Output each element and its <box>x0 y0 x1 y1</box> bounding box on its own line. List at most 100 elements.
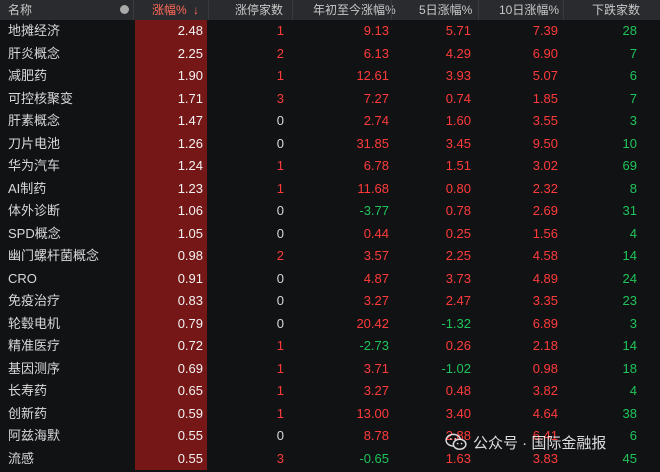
change-5d: -1.32 <box>441 315 471 331</box>
down-count: 7 <box>629 45 637 61</box>
sector-name: 刀片电池 <box>8 135 61 151</box>
header-name[interactable]: 名称 <box>8 0 32 20</box>
sector-name: 华为汽车 <box>8 158 61 173</box>
limit-up-count: 1 <box>276 68 284 83</box>
table-row[interactable]: AI制药 1.23 1 11.68 0.80 2.32 8 <box>0 177 660 200</box>
pct-change: 0.55 <box>177 450 203 466</box>
down-count: 6 <box>629 68 637 83</box>
watermark-text: 公众号 · 国际金融报 <box>473 434 607 452</box>
pct-change-cell: 1.23 <box>135 177 207 200</box>
sector-name: 流感 <box>8 450 35 466</box>
pct-change: 2.48 <box>177 23 203 38</box>
header-limit-up[interactable]: 涨停家数 <box>208 0 291 20</box>
sector-name: 地摊经济 <box>8 23 61 38</box>
ytd-change: 20.42 <box>356 315 389 331</box>
down-count: 23 <box>622 293 637 308</box>
ytd-change: 11.68 <box>357 180 389 196</box>
table-row[interactable]: SPD概念 1.05 0 0.44 0.25 1.56 4 <box>0 222 660 245</box>
pct-change-cell: 0.55 <box>135 447 207 470</box>
pct-change-cell: 0.59 <box>135 402 207 425</box>
header-ytd[interactable]: 年初至今涨幅% <box>292 0 396 20</box>
down-count: 14 <box>622 248 637 263</box>
change-5d: 0.48 <box>445 383 471 398</box>
change-5d: 0.74 <box>445 90 471 106</box>
change-5d: 2.47 <box>445 293 471 308</box>
ytd-change: 9.13 <box>363 23 389 38</box>
table-row[interactable]: 华为汽车 1.24 1 6.78 1.51 3.02 69 <box>0 155 660 178</box>
table-row[interactable]: 减肥药 1.90 1 12.61 3.93 5.07 6 <box>0 65 660 88</box>
table-row[interactable]: 刀片电池 1.26 0 31.85 3.45 9.50 10 <box>0 132 660 155</box>
pct-change: 1.47 <box>177 113 203 128</box>
sector-name: 肝炎概念 <box>8 45 61 61</box>
down-count: 38 <box>622 405 637 421</box>
change-5d: 3.93 <box>445 68 471 83</box>
table-row[interactable]: 幽门螺杆菌概念 0.98 2 3.57 2.25 4.58 14 <box>0 245 660 268</box>
pct-change-cell: 0.69 <box>135 357 207 380</box>
pct-change-cell: 0.79 <box>135 312 207 335</box>
table-row[interactable]: 可控核聚变 1.71 3 7.27 0.74 1.85 7 <box>0 87 660 110</box>
header-5d[interactable]: 5日涨幅% <box>391 0 477 20</box>
table-row[interactable]: 基因测序 0.69 1 3.71 -1.02 0.98 18 <box>0 357 660 380</box>
change-10d: 7.39 <box>532 23 558 38</box>
table-row[interactable]: 体外诊断 1.06 0 -3.77 0.78 2.69 31 <box>0 200 660 223</box>
table-row[interactable]: 免疫治疗 0.83 0 3.27 2.47 3.35 23 <box>0 290 660 313</box>
settings-dot-icon[interactable] <box>120 5 129 14</box>
limit-up-count: 1 <box>276 338 284 353</box>
table-row[interactable]: 创新药 0.59 1 13.00 3.40 4.64 38 <box>0 402 660 425</box>
header-pct-label: 涨幅% <box>152 3 187 17</box>
ytd-change: 3.57 <box>363 248 389 263</box>
pct-change-cell: 0.91 <box>135 267 207 290</box>
pct-change: 1.71 <box>177 90 203 106</box>
down-count: 69 <box>622 158 637 173</box>
ytd-change: -2.73 <box>359 338 389 353</box>
change-10d: 1.56 <box>532 225 558 241</box>
table-row[interactable]: 长寿药 0.65 1 3.27 0.48 3.82 4 <box>0 380 660 403</box>
change-10d: 3.35 <box>532 293 558 308</box>
table-row[interactable]: 精准医疗 0.72 1 -2.73 0.26 2.18 14 <box>0 335 660 358</box>
change-10d: 3.82 <box>532 383 558 398</box>
down-count: 18 <box>622 360 637 376</box>
limit-up-count: 0 <box>276 203 284 218</box>
change-5d: 0.78 <box>445 203 471 218</box>
change-10d: 4.89 <box>532 270 558 286</box>
change-10d: 3.02 <box>532 158 558 173</box>
pct-change: 0.79 <box>177 315 203 331</box>
table-row[interactable]: 轮毂电机 0.79 0 20.42 -1.32 6.89 3 <box>0 312 660 335</box>
change-10d: 6.90 <box>532 45 558 61</box>
change-5d: 3.45 <box>445 135 471 151</box>
down-count: 4 <box>629 383 637 398</box>
pct-change: 0.69 <box>177 360 203 376</box>
pct-change: 0.72 <box>177 338 203 353</box>
table-row[interactable]: CRO 0.91 0 4.87 3.73 4.89 24 <box>0 267 660 290</box>
pct-change-cell: 1.71 <box>135 87 207 110</box>
header-down-count[interactable]: 下跌家数 <box>563 0 660 20</box>
sector-name: 免疫治疗 <box>8 293 61 308</box>
down-count: 10 <box>622 135 637 151</box>
limit-up-count: 0 <box>276 225 284 241</box>
table-row[interactable]: 地摊经济 2.48 1 9.13 5.71 7.39 28 <box>0 20 660 43</box>
pct-change-cell: 1.06 <box>135 200 207 223</box>
sector-name: 轮毂电机 <box>8 315 61 331</box>
change-10d: 2.69 <box>532 203 558 218</box>
sector-name: 长寿药 <box>8 383 48 398</box>
table-row[interactable]: 肝素概念 1.47 0 2.74 1.60 3.55 3 <box>0 110 660 133</box>
ytd-change: 3.27 <box>363 293 389 308</box>
down-count: 3 <box>629 113 637 128</box>
pct-change: 1.05 <box>177 225 203 241</box>
limit-up-count: 0 <box>276 270 284 286</box>
table-row[interactable]: 肝炎概念 2.25 2 6.13 4.29 6.90 7 <box>0 42 660 65</box>
header-10d[interactable]: 10日涨幅% <box>478 0 562 20</box>
change-5d: 3.40 <box>445 405 471 421</box>
change-5d: -1.02 <box>441 360 471 376</box>
change-10d: 9.50 <box>532 135 558 151</box>
change-10d: 5.07 <box>532 68 558 83</box>
limit-up-count: 0 <box>276 113 284 128</box>
change-5d: 1.51 <box>445 158 471 173</box>
limit-up-count: 3 <box>276 450 284 466</box>
header-pct[interactable]: 涨幅% ↓ <box>133 0 207 20</box>
down-count: 14 <box>622 338 637 353</box>
ytd-change: 12.61 <box>356 68 389 83</box>
pct-change-cell: 2.25 <box>135 42 207 65</box>
down-count: 8 <box>629 180 637 196</box>
limit-up-count: 2 <box>276 45 284 61</box>
